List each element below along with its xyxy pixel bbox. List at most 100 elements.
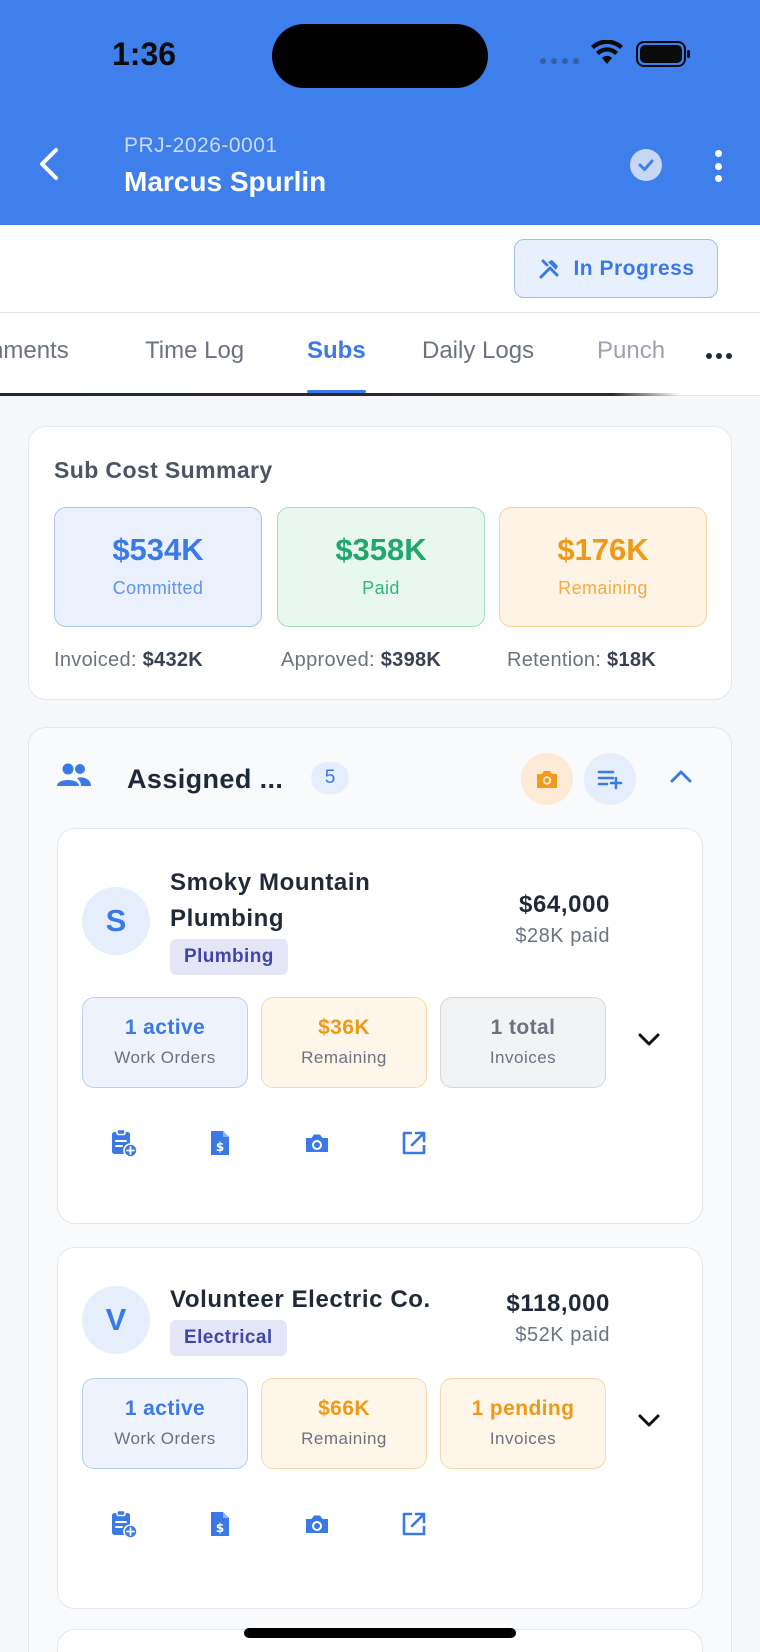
- paid-label: Paid: [362, 578, 400, 598]
- photo-button[interactable]: [299, 1506, 335, 1542]
- wifi-icon: [591, 40, 623, 64]
- open-external-icon: [402, 1131, 426, 1155]
- invoice-dollar-icon: $: [211, 1131, 229, 1155]
- clipboard-add-icon: [112, 1128, 138, 1158]
- remaining-metric: $176K Remaining: [499, 507, 707, 627]
- invoices-value: 1 pending: [471, 1397, 575, 1420]
- sub-cost-summary-card: Sub Cost Summary $534K Committed $358K P…: [28, 426, 732, 700]
- add-work-order-button[interactable]: [106, 1125, 142, 1161]
- sub-paid: $28K paid: [515, 925, 610, 947]
- status-button[interactable]: In Progress: [514, 239, 718, 298]
- sub-amount: $64,000: [519, 891, 610, 918]
- cellular-signal-icon: [540, 58, 579, 64]
- sub-name-line1: Smoky Mountain: [170, 869, 371, 896]
- summary-title: Sub Cost Summary: [54, 457, 273, 483]
- expand-chevron-icon[interactable]: [638, 1033, 660, 1047]
- approved-value: $398K: [380, 649, 442, 671]
- check-icon: [638, 159, 654, 171]
- invoices-stat[interactable]: 1 total Invoices: [440, 997, 606, 1088]
- invoices-value: 1 total: [490, 1016, 556, 1039]
- remaining-stat-value: $36K: [318, 1016, 370, 1039]
- project-code: PRJ-2026-0001: [124, 134, 278, 157]
- invoice-button[interactable]: $: [202, 1125, 238, 1161]
- avatar: S: [82, 887, 150, 955]
- open-external-icon: [402, 1512, 426, 1536]
- trade-badge: Plumbing: [170, 939, 288, 975]
- remaining-stat-label: Remaining: [301, 1048, 387, 1067]
- tools-icon: [539, 259, 559, 278]
- sub-amount: $118,000: [506, 1290, 610, 1317]
- more-options-icon[interactable]: [710, 150, 726, 182]
- remaining-stat[interactable]: $66K Remaining: [261, 1378, 427, 1469]
- sub-card[interactable]: S Smoky Mountain Plumbing Plumbing $64,0…: [57, 828, 703, 1224]
- people-icon: [57, 763, 91, 786]
- status-label: In Progress: [573, 256, 695, 280]
- dynamic-island: [272, 24, 488, 88]
- invoiced-value: $432K: [142, 649, 204, 671]
- tab-subs[interactable]: Subs: [307, 337, 366, 365]
- camera-icon: [306, 1134, 328, 1152]
- retention-value: $18K: [607, 649, 657, 671]
- invoiced-total: Invoiced: $432K: [54, 649, 203, 672]
- tab-punch[interactable]: Punch: [597, 337, 665, 365]
- clipboard-add-icon: [112, 1509, 138, 1539]
- playlist-add-icon: [597, 770, 623, 790]
- committed-label: Committed: [112, 578, 204, 598]
- tab-daily-logs[interactable]: Daily Logs: [422, 337, 534, 365]
- invoice-button[interactable]: $: [202, 1506, 238, 1542]
- approved-total: Approved: $398K: [281, 649, 441, 672]
- assigned-subs-panel: Assigned ... 5 S Smoky Mountain Plumbing…: [28, 727, 732, 1652]
- svg-text:$: $: [216, 1521, 224, 1535]
- open-external-button[interactable]: [396, 1125, 432, 1161]
- remaining-stat-value: $66K: [318, 1397, 370, 1420]
- tab-assignments[interactable]: nments: [0, 337, 69, 365]
- invoices-label: Invoices: [489, 1048, 557, 1067]
- assigned-title: Assigned ...: [127, 764, 284, 794]
- invoiced-label: Invoiced:: [54, 649, 137, 671]
- tab-time-log[interactable]: Time Log: [145, 337, 244, 365]
- collapse-chevron-icon[interactable]: [669, 768, 693, 784]
- assigned-count-badge: 5: [311, 762, 349, 794]
- remaining-label: Remaining: [558, 578, 648, 598]
- work-orders-value: 1 active: [124, 1397, 206, 1420]
- expand-chevron-icon[interactable]: [638, 1414, 660, 1428]
- work-orders-stat[interactable]: 1 active Work Orders: [82, 1378, 248, 1469]
- camera-icon: [537, 771, 557, 788]
- invoices-label: Invoices: [489, 1429, 557, 1448]
- remaining-stat[interactable]: $36K Remaining: [261, 997, 427, 1088]
- tab-bar: nments Time Log Subs Daily Logs Punch: [0, 313, 760, 396]
- back-arrow-icon[interactable]: [34, 144, 64, 184]
- svg-text:$: $: [216, 1140, 224, 1154]
- open-external-button[interactable]: [396, 1506, 432, 1542]
- work-orders-label: Work Orders: [114, 1429, 216, 1448]
- invoices-stat[interactable]: 1 pending Invoices: [440, 1378, 606, 1469]
- retention-label: Retention:: [507, 649, 602, 671]
- retention-total: Retention: $18K: [507, 649, 656, 672]
- status-time: 1:36: [112, 36, 177, 72]
- add-work-order-button[interactable]: [106, 1506, 142, 1542]
- avatar: V: [82, 1286, 150, 1354]
- sub-card[interactable]: V Volunteer Electric Co. Electrical $118…: [57, 1247, 703, 1609]
- trade-badge: Electrical: [170, 1320, 287, 1356]
- committed-value: $534K: [112, 532, 204, 567]
- sub-name: Smoky Mountain Plumbing: [170, 865, 370, 937]
- work-orders-value: 1 active: [124, 1016, 206, 1039]
- tab-scroll-indicator: [0, 393, 680, 396]
- assigned-header[interactable]: Assigned ... 5: [29, 728, 731, 828]
- home-indicator: [244, 1628, 516, 1638]
- project-name: Marcus Spurlin: [124, 166, 327, 197]
- complete-check-button[interactable]: [630, 149, 662, 181]
- battery-icon: [636, 41, 690, 67]
- committed-metric: $534K Committed: [54, 507, 262, 627]
- remaining-value: $176K: [557, 532, 649, 567]
- paid-metric: $358K Paid: [277, 507, 485, 627]
- approved-label: Approved:: [281, 649, 375, 671]
- work-orders-stat[interactable]: 1 active Work Orders: [82, 997, 248, 1088]
- add-sub-button[interactable]: [584, 753, 636, 805]
- work-orders-label: Work Orders: [114, 1048, 216, 1067]
- paid-value: $358K: [335, 532, 427, 567]
- photo-button[interactable]: [299, 1125, 335, 1161]
- add-photo-button[interactable]: [521, 753, 573, 805]
- more-tabs-icon[interactable]: [706, 353, 732, 359]
- sub-paid: $52K paid: [515, 1324, 610, 1346]
